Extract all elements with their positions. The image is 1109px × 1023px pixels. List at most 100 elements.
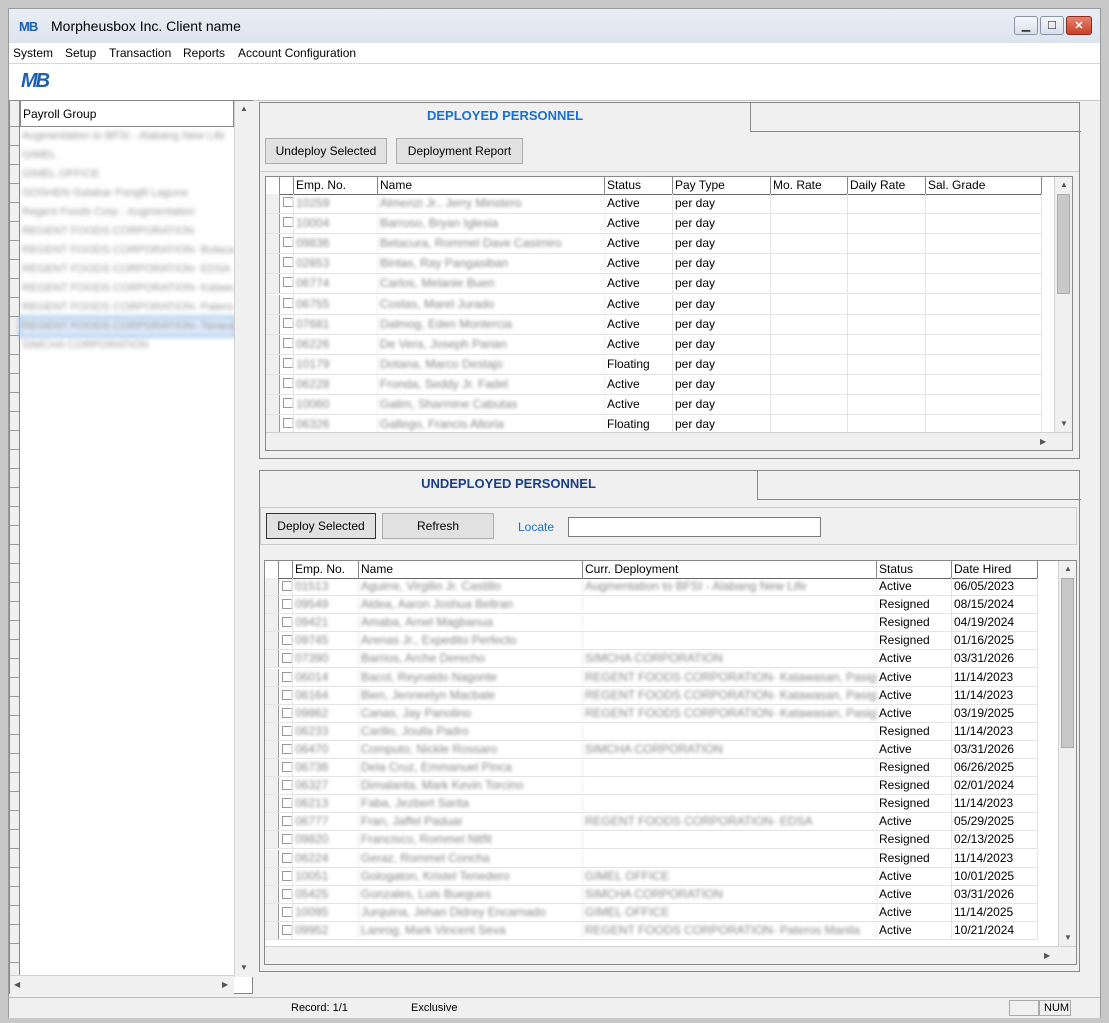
column-header[interactable]: Daily Rate bbox=[848, 177, 926, 194]
select-checkbox[interactable] bbox=[281, 798, 292, 809]
row-header[interactable] bbox=[10, 868, 20, 887]
row-selector[interactable] bbox=[265, 650, 279, 668]
row-selector[interactable] bbox=[266, 374, 280, 394]
select-checkbox[interactable] bbox=[282, 418, 293, 429]
column-header[interactable]: Sal. Grade bbox=[926, 177, 1042, 194]
payroll-group-item[interactable]: GIMEL OFFICE bbox=[20, 165, 234, 184]
row-selector[interactable] bbox=[265, 867, 279, 885]
row-header[interactable] bbox=[10, 260, 20, 279]
select-checkbox[interactable] bbox=[281, 599, 292, 610]
select-checkbox[interactable] bbox=[281, 617, 292, 628]
table-row[interactable]: 06224 Geraz, Rommel Concha Resigned 11/14/2… bbox=[265, 849, 1038, 868]
row-selector[interactable] bbox=[265, 759, 279, 777]
select-checkbox[interactable] bbox=[282, 297, 293, 308]
row-selector[interactable] bbox=[265, 740, 279, 758]
payroll-group-item[interactable]: SIMCHA CORPORATION bbox=[20, 336, 234, 355]
scroll-down-icon[interactable]: ▼ bbox=[240, 963, 248, 972]
row-header[interactable] bbox=[10, 203, 20, 222]
table-row[interactable]: 10060 Galim, Sharmine Cabutas Active per da… bbox=[266, 395, 1042, 416]
scroll-right-icon[interactable]: ▶ bbox=[222, 980, 228, 989]
row-selector[interactable] bbox=[265, 849, 279, 867]
row-header[interactable] bbox=[10, 735, 20, 754]
row-header[interactable] bbox=[10, 754, 20, 773]
row-selector[interactable] bbox=[265, 903, 279, 921]
row-selector[interactable] bbox=[266, 395, 280, 415]
maximize-button[interactable]: ☐ bbox=[1040, 16, 1064, 35]
scroll-down-icon[interactable]: ▼ bbox=[1060, 419, 1068, 428]
row-selector[interactable] bbox=[265, 632, 279, 650]
undeployed-hscrollbar[interactable]: ▶ bbox=[265, 946, 1076, 964]
row-header[interactable] bbox=[10, 678, 20, 697]
row-header[interactable] bbox=[10, 792, 20, 811]
row-header[interactable] bbox=[10, 887, 20, 906]
row-header[interactable] bbox=[10, 697, 20, 716]
table-row[interactable]: 06213 Faba, Jezbert Sarita Resigned 11/14/2… bbox=[265, 795, 1038, 814]
payroll-group-item[interactable]: REGENT FOODS CORPORATION- Pateros bbox=[20, 298, 234, 317]
row-selector[interactable] bbox=[265, 578, 279, 596]
row-header[interactable] bbox=[10, 830, 20, 849]
select-checkbox[interactable] bbox=[282, 377, 293, 388]
row-header[interactable] bbox=[10, 773, 20, 792]
row-header[interactable] bbox=[10, 412, 20, 431]
row-header[interactable] bbox=[10, 640, 20, 659]
row-header[interactable] bbox=[10, 298, 20, 317]
row-header[interactable] bbox=[10, 526, 20, 545]
select-checkbox[interactable] bbox=[282, 357, 293, 368]
table-row[interactable]: 09549 Aldea, Aaron Joshua Beltran Resigned… bbox=[265, 596, 1038, 615]
row-selector[interactable] bbox=[266, 234, 280, 254]
tab-undeployed-personnel[interactable]: UNDEPLOYED PERSONNEL bbox=[260, 471, 758, 499]
row-selector[interactable] bbox=[266, 214, 280, 234]
row-header[interactable] bbox=[10, 811, 20, 830]
select-checkbox[interactable] bbox=[281, 743, 292, 754]
select-checkbox[interactable] bbox=[282, 398, 293, 408]
table-row[interactable]: 06777 Fran, Jaffel Paduar REGENT FOODS COR… bbox=[265, 813, 1038, 832]
scroll-up-icon[interactable]: ▲ bbox=[240, 104, 248, 113]
table-row[interactable]: 09862 Canas, Jay Panolino REGENT FOODS COR… bbox=[265, 704, 1038, 723]
row-header[interactable] bbox=[10, 925, 20, 944]
table-row[interactable]: 09836 Betacura, Rommel Dave Casimiro Activ… bbox=[266, 234, 1042, 255]
deployment-report-button[interactable]: Deployment Report bbox=[396, 138, 523, 164]
table-row[interactable]: 07390 Barrios, Arche Derecho SIMCHA CORPOR… bbox=[265, 650, 1038, 669]
table-row[interactable]: 09952 Lanrog, Mark Vincent Seva REGENT FOO… bbox=[265, 921, 1038, 940]
row-selector[interactable] bbox=[265, 831, 279, 849]
row-header[interactable] bbox=[10, 659, 20, 678]
payroll-group-item[interactable]: REGENT FOODS CORPORATION- Tanauan bbox=[19, 316, 235, 337]
table-row[interactable]: 06226 De Vera, Joseph Parian Active per day bbox=[266, 334, 1042, 355]
row-selector[interactable] bbox=[266, 274, 280, 294]
payroll-group-header[interactable]: Payroll Group bbox=[20, 101, 234, 127]
menu-account-configuration[interactable]: Account Configuration bbox=[238, 46, 356, 60]
undeploy-selected-button[interactable]: Undeploy Selected bbox=[265, 138, 387, 164]
select-checkbox[interactable] bbox=[281, 906, 292, 917]
table-row[interactable]: 06774 Carlos, Melanie Buen Active per day bbox=[266, 274, 1042, 295]
close-button[interactable]: ✕ bbox=[1066, 16, 1092, 35]
undeployed-vscrollbar[interactable]: ▲ ▼ bbox=[1058, 561, 1076, 946]
locate-input[interactable] bbox=[568, 517, 821, 537]
row-selector[interactable] bbox=[265, 777, 279, 795]
row-header[interactable] bbox=[10, 621, 20, 640]
row-header[interactable] bbox=[10, 564, 20, 583]
row-header[interactable] bbox=[10, 127, 20, 146]
column-header[interactable]: Emp. No. bbox=[294, 177, 378, 194]
row-header[interactable] bbox=[10, 716, 20, 735]
row-header[interactable] bbox=[10, 146, 20, 165]
scroll-right-icon[interactable]: ▶ bbox=[1040, 437, 1046, 446]
select-checkbox[interactable] bbox=[282, 317, 293, 328]
row-header[interactable] bbox=[10, 317, 20, 336]
row-selector[interactable] bbox=[266, 314, 280, 334]
select-checkbox[interactable] bbox=[281, 780, 292, 791]
select-checkbox[interactable] bbox=[281, 671, 292, 682]
row-header[interactable] bbox=[10, 450, 20, 469]
select-checkbox[interactable] bbox=[281, 870, 292, 881]
row-header[interactable] bbox=[10, 431, 20, 450]
row-header[interactable] bbox=[10, 374, 20, 393]
scroll-up-icon[interactable]: ▲ bbox=[1064, 564, 1072, 573]
row-selector[interactable] bbox=[265, 596, 279, 614]
row-header[interactable] bbox=[10, 583, 20, 602]
row-header[interactable] bbox=[10, 279, 20, 298]
row-header[interactable] bbox=[10, 165, 20, 184]
select-checkbox[interactable] bbox=[281, 852, 292, 863]
row-selector[interactable] bbox=[265, 704, 279, 722]
title-bar[interactable]: MB Morpheusbox Inc. Client name ▁ ☐ ✕ bbox=[9, 9, 1100, 44]
table-row[interactable]: 06228 Fronda, Seddy Jr. Fadel Active per da… bbox=[266, 374, 1042, 395]
payroll-group-item[interactable]: Regent Foods Corp - Augmentation bbox=[20, 203, 234, 222]
